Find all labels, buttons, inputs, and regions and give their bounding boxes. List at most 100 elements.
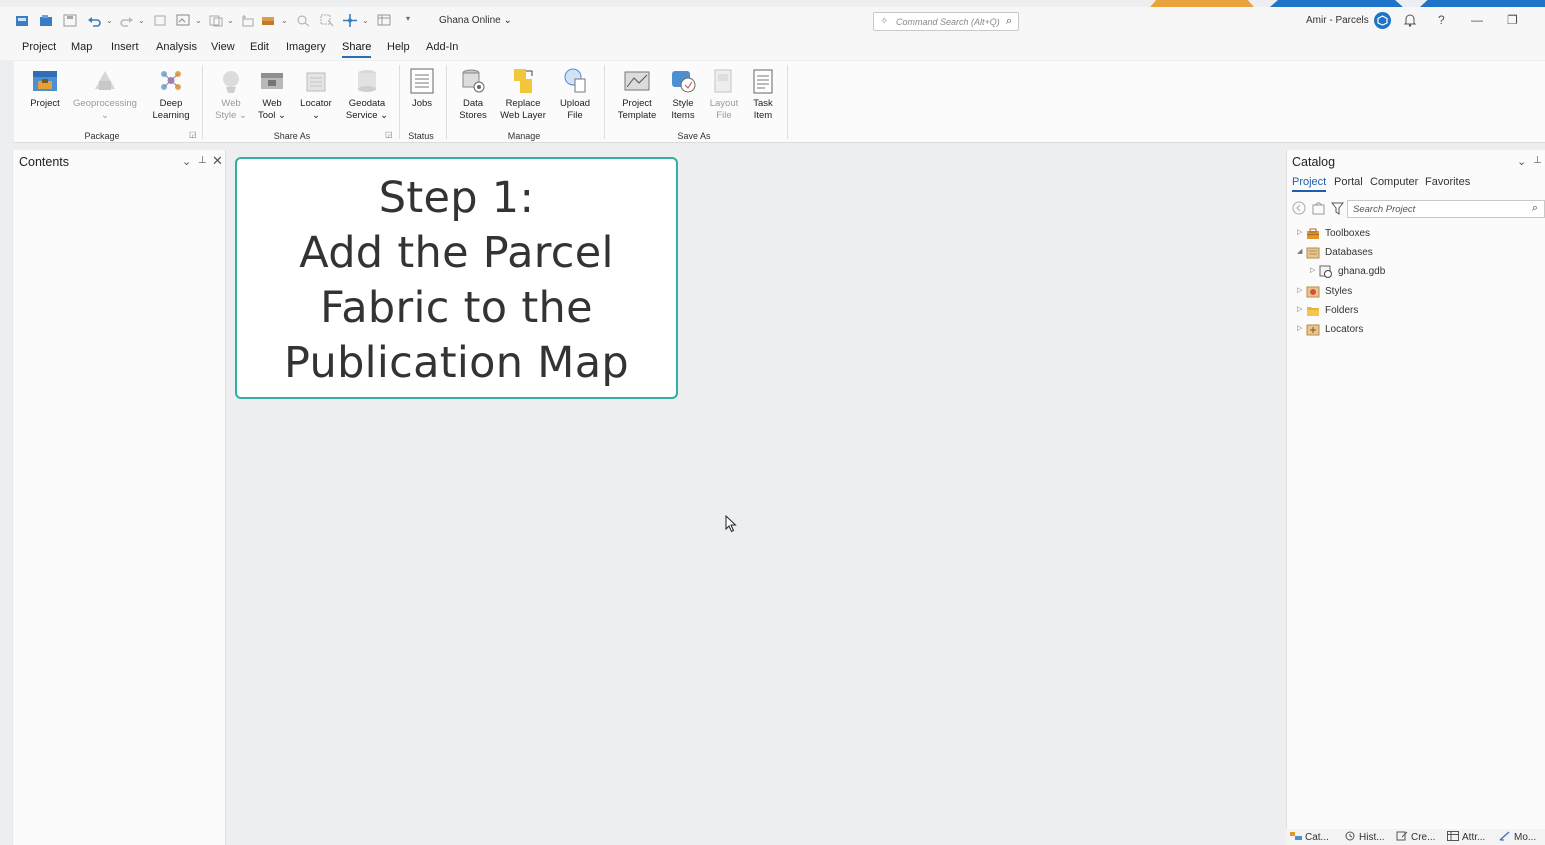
- dock-tab-history[interactable]: Hist...: [1344, 831, 1385, 843]
- package-launcher-icon[interactable]: ◲: [189, 130, 197, 139]
- contents-options-chevron-icon[interactable]: ⌄: [182, 155, 191, 168]
- dock-tab-catalog[interactable]: Cat...: [1290, 831, 1329, 843]
- tree-item-styles[interactable]: ▷ Styles: [1297, 285, 1497, 301]
- ribbon-separator: [202, 65, 203, 139]
- redo-dropdown-icon[interactable]: ⌄: [138, 16, 145, 25]
- tab-share[interactable]: Share: [342, 41, 371, 53]
- user-avatar-icon[interactable]: [1374, 12, 1391, 29]
- dock-tab-modify[interactable]: Mo...: [1499, 831, 1536, 843]
- jobs-button[interactable]: Jobs: [407, 67, 437, 110]
- catalog-home-icon[interactable]: [1312, 201, 1325, 218]
- tree-item-databases[interactable]: ◢ Databases: [1297, 246, 1497, 262]
- share-as-launcher-icon[interactable]: ◲: [385, 130, 393, 139]
- navigate-icon[interactable]: [343, 14, 357, 27]
- jobs-icon: [410, 68, 434, 94]
- expand-arrow-icon[interactable]: ▷: [1297, 305, 1302, 313]
- project-package-icon: [33, 71, 57, 91]
- tab-imagery[interactable]: Imagery: [286, 41, 326, 53]
- basemap-dropdown-icon[interactable]: ⌄: [281, 16, 288, 25]
- undo-dropdown-icon[interactable]: ⌄: [106, 16, 113, 25]
- catalog-tab-computer[interactable]: Computer: [1370, 176, 1418, 188]
- locator-button[interactable]: Locator ⌄: [296, 67, 336, 122]
- restore-button[interactable]: ❐: [1507, 13, 1518, 27]
- contents-close-icon[interactable]: ✕: [212, 153, 223, 169]
- catalog-tab-portal[interactable]: Portal: [1334, 176, 1363, 188]
- tab-project[interactable]: Project: [22, 41, 56, 53]
- help-button[interactable]: ?: [1438, 13, 1445, 27]
- project-template-button[interactable]: Project Template: [614, 67, 660, 122]
- tab-view[interactable]: View: [211, 41, 235, 53]
- catalog-pin-icon[interactable]: ⊥: [1533, 155, 1542, 166]
- geodata-service-button[interactable]: Geodata Service ⌄: [344, 67, 390, 122]
- active-tab-indicator: [342, 56, 371, 58]
- contents-pin-icon[interactable]: ⊥: [198, 155, 207, 166]
- collapse-arrow-icon[interactable]: ◢: [1297, 247, 1302, 255]
- catalog-tab-favorites[interactable]: Favorites: [1425, 176, 1470, 188]
- web-tool-button[interactable]: Web Tool ⌄: [254, 67, 290, 122]
- select-icon[interactable]: [320, 14, 334, 27]
- modify-features-icon: [1499, 831, 1510, 841]
- tab-add-in[interactable]: Add-In: [426, 41, 458, 53]
- deep-learning-package-button[interactable]: Deep Learning: [150, 67, 192, 122]
- signed-in-user[interactable]: Amir - Parcels: [1306, 15, 1369, 26]
- notifications-bell-icon[interactable]: [1403, 13, 1417, 30]
- group-label-manage: Manage: [507, 131, 541, 141]
- tab-insert[interactable]: Insert: [111, 41, 139, 53]
- expand-arrow-icon[interactable]: ▷: [1310, 266, 1315, 274]
- navigate-dropdown-icon[interactable]: ⌄: [362, 16, 369, 25]
- basemap-icon[interactable]: [261, 14, 275, 27]
- ribbon-separator: [604, 65, 605, 139]
- save-project-icon[interactable]: [63, 14, 77, 27]
- tree-item-folders[interactable]: ▷ Folders: [1297, 304, 1497, 320]
- tab-help[interactable]: Help: [387, 41, 410, 53]
- command-search-input[interactable]: ✧ Command Search (Alt+Q) ⌕: [873, 12, 1019, 31]
- web-style-button[interactable]: Web Style ⌄: [210, 67, 252, 122]
- new-layout-icon[interactable]: [176, 14, 190, 27]
- redo-icon[interactable]: [120, 14, 134, 27]
- data-stores-button[interactable]: Data Stores: [454, 67, 492, 122]
- project-package-button[interactable]: Project: [26, 67, 64, 110]
- active-portal-selector[interactable]: Ghana Online ⌄: [439, 15, 512, 26]
- catalog-tab-project[interactable]: Project: [1292, 176, 1326, 188]
- tree-item-ghana-gdb[interactable]: ▷ ghana.gdb: [1310, 265, 1500, 281]
- tree-item-locators[interactable]: ▷ Locators: [1297, 323, 1497, 339]
- title-bar: ⌄ ⌄ ⌄ ⌄ ⌄ ⌄ ▾ Ghana Online ⌄ ✧ Command S…: [0, 7, 1545, 35]
- filter-icon[interactable]: [1330, 202, 1345, 218]
- open-project-icon[interactable]: [39, 14, 53, 27]
- back-arrow-icon[interactable]: [1292, 201, 1306, 218]
- add-data-icon[interactable]: [240, 14, 254, 27]
- tab-edit[interactable]: Edit: [250, 41, 269, 53]
- dock-tab-attributes[interactable]: Attr...: [1447, 831, 1485, 843]
- tab-map[interactable]: Map: [71, 41, 92, 53]
- expand-arrow-icon[interactable]: ▷: [1297, 228, 1302, 236]
- group-label-save-as: Save As: [677, 131, 711, 141]
- geoprocessing-package-button[interactable]: Geoprocessing ⌄: [72, 67, 138, 122]
- catalog-search-input[interactable]: Search Project ⌕: [1347, 200, 1545, 218]
- table-icon[interactable]: [377, 14, 391, 27]
- layout-file-button[interactable]: Layout File: [706, 67, 742, 122]
- new-report-icon[interactable]: [209, 14, 223, 27]
- new-project-icon[interactable]: [15, 14, 29, 27]
- expand-arrow-icon[interactable]: ▷: [1297, 286, 1302, 294]
- upload-file-button[interactable]: Upload File: [556, 67, 594, 122]
- replace-web-layer-button[interactable]: Replace Web Layer: [498, 67, 548, 122]
- tree-item-toolboxes[interactable]: ▷ Toolboxes: [1297, 227, 1497, 243]
- layout-dropdown-icon[interactable]: ⌄: [195, 16, 202, 25]
- customize-qat-icon[interactable]: ▾: [406, 14, 410, 23]
- minimize-button[interactable]: —: [1471, 13, 1483, 27]
- history-icon: [1345, 831, 1355, 841]
- task-item-button[interactable]: Task Item: [746, 67, 780, 122]
- catalog-options-chevron-icon[interactable]: ⌄: [1517, 155, 1526, 168]
- attributes-icon: [1447, 831, 1459, 841]
- zoom-icon[interactable]: [296, 14, 310, 27]
- tab-analysis[interactable]: Analysis: [156, 41, 197, 53]
- expand-arrow-icon[interactable]: ▷: [1297, 324, 1302, 332]
- new-map-icon[interactable]: [153, 14, 167, 27]
- style-items-button[interactable]: Style Items: [666, 67, 700, 122]
- database-icon: [1306, 247, 1320, 259]
- report-dropdown-icon[interactable]: ⌄: [227, 16, 234, 25]
- dock-tab-create[interactable]: Cre...: [1396, 831, 1435, 843]
- undo-icon[interactable]: [87, 14, 101, 27]
- locator-icon: [1306, 324, 1320, 336]
- group-label-package: Package: [84, 131, 120, 141]
